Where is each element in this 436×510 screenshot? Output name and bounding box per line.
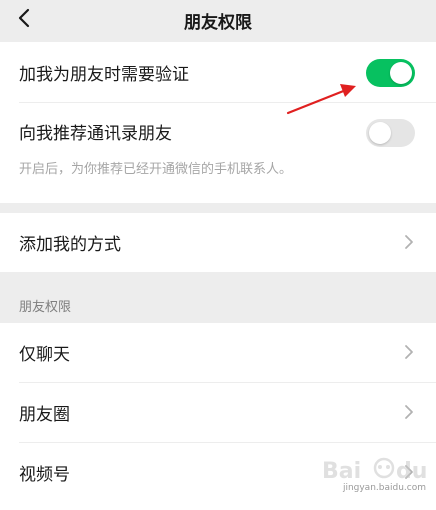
chevron-left-icon	[18, 8, 30, 28]
require-verify-toggle[interactable]	[366, 59, 415, 87]
channels-label: 视频号	[19, 465, 70, 485]
chat-only-label: 仅聊天	[19, 345, 70, 365]
svg-text:Bai: Bai	[322, 459, 361, 484]
recommend-contacts-label: 向我推荐通讯录朋友	[19, 123, 172, 144]
recommend-contacts-toggle[interactable]	[366, 119, 415, 147]
verification-section: 加我为朋友时需要验证 向我推荐通讯录朋友 开启后，为你推荐已经开通微信的手机联系…	[0, 42, 436, 203]
toggle-knob	[369, 122, 391, 144]
list-item-moments[interactable]: 朋友圈	[0, 383, 436, 442]
chevron-right-icon	[405, 235, 413, 249]
chevron-right-icon	[405, 405, 413, 419]
page-title: 朋友权限	[184, 12, 252, 33]
list-item-chat-only[interactable]: 仅聊天	[0, 323, 436, 382]
add-methods-section[interactable]: 添加我的方式	[0, 213, 436, 272]
recommend-hint: 开启后，为你推荐已经开通微信的手机联系人。	[19, 162, 293, 177]
chevron-right-icon	[405, 345, 413, 359]
require-verify-label: 加我为朋友时需要验证	[19, 64, 189, 85]
watermark-text: jingyan.baidu.com	[342, 483, 426, 493]
friend-permissions-header: 朋友权限	[19, 300, 72, 315]
svg-text:du: du	[396, 459, 427, 484]
add-methods-label: 添加我的方式	[19, 235, 121, 255]
toggle-knob	[390, 62, 412, 84]
moments-label: 朋友圈	[19, 405, 70, 425]
nav-bar: 朋友权限	[0, 0, 436, 40]
add-methods-row[interactable]: 添加我的方式	[0, 213, 436, 272]
back-button[interactable]	[8, 2, 40, 34]
